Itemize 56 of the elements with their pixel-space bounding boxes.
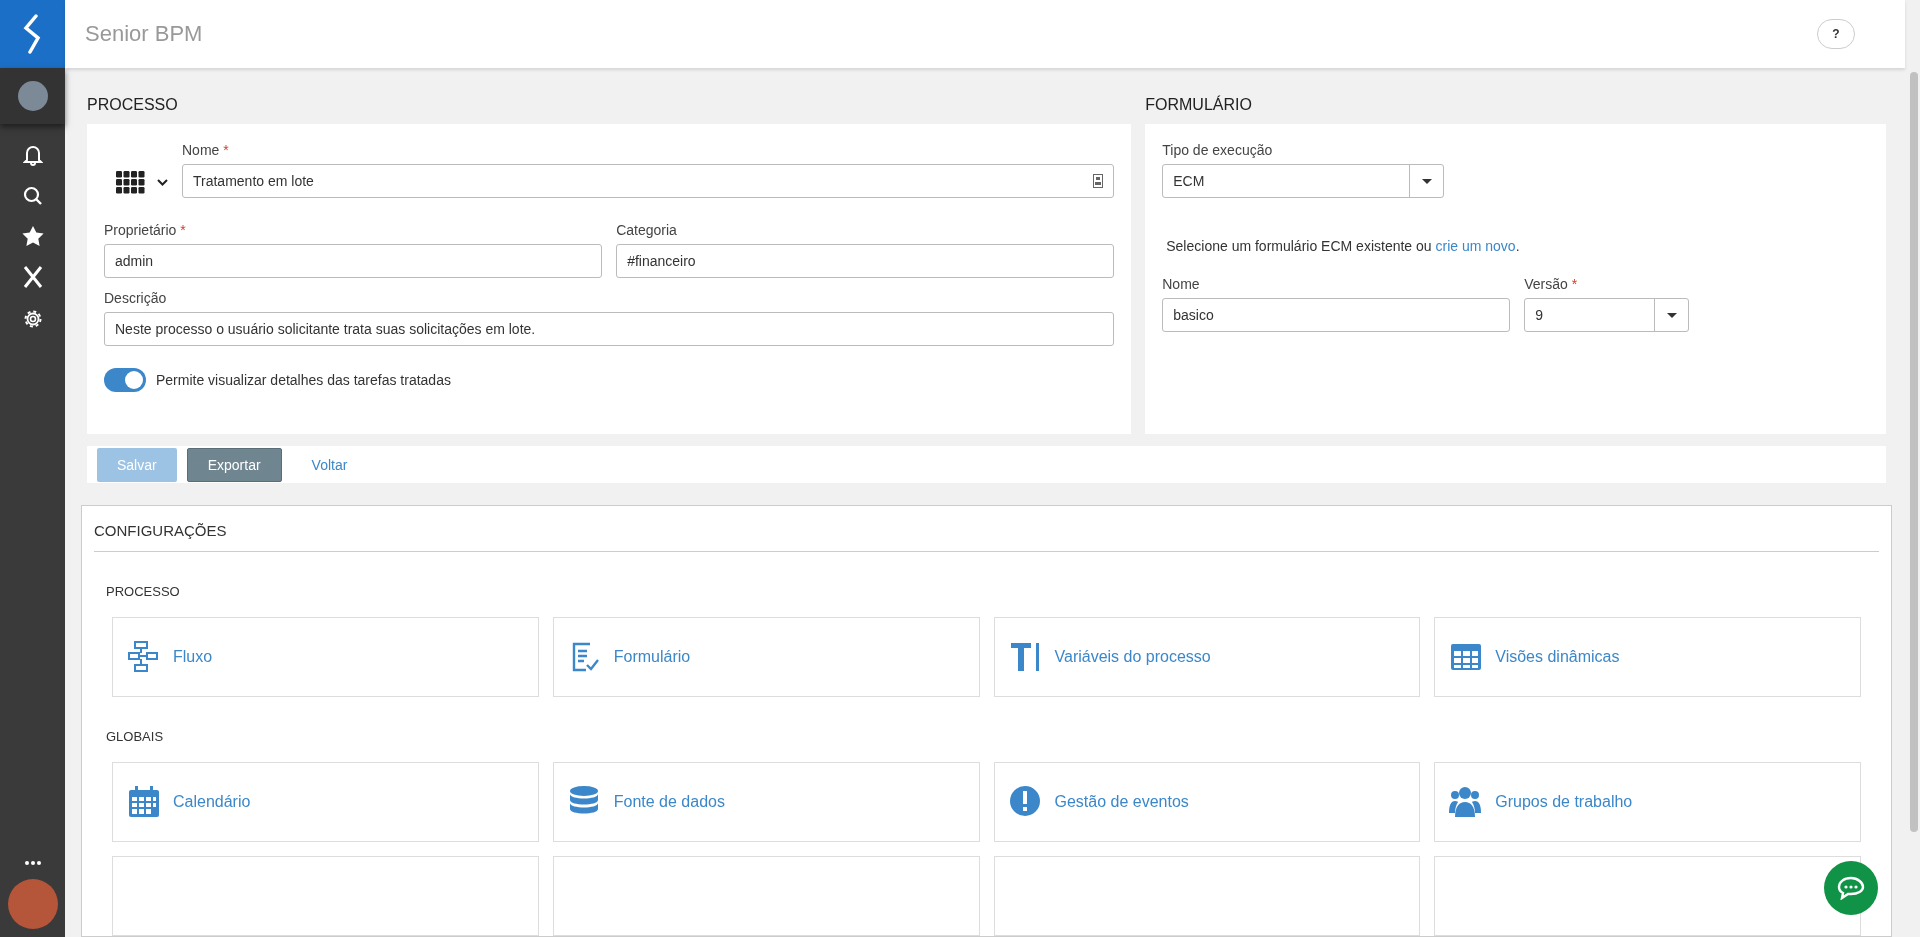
settings-tile[interactable]: Gestão de eventos	[993, 762, 1421, 842]
tile-icon	[1008, 785, 1043, 819]
toggle-switch[interactable]	[104, 368, 146, 392]
tile-icon	[1449, 785, 1484, 819]
settings-tile[interactable]	[993, 856, 1421, 936]
group-title: PROCESSO	[106, 584, 181, 599]
text-field[interactable]: admin	[104, 244, 603, 278]
settings-tile[interactable]	[112, 856, 539, 936]
hint-text: Selecione um formulário ECM existente ou crie um novo.	[1166, 238, 1521, 254]
settings-tile[interactable]: Visões dinâmicas	[1434, 617, 1861, 697]
settings-tile[interactable]	[552, 856, 980, 936]
field-label: Proprietário *	[104, 222, 187, 238]
tile-icon	[127, 640, 161, 674]
settings-tile[interactable]: Fonte de dados	[552, 762, 980, 842]
text-field[interactable]: basico	[1162, 298, 1511, 332]
caret-icon	[1666, 312, 1677, 318]
text-field[interactable]: Neste processo o usuário solicitante trata suas solicitações em lote.	[104, 312, 1115, 346]
panel-heading: CONFIGURAÇÕES	[94, 506, 1879, 552]
chevron-down-icon[interactable]	[157, 179, 168, 186]
text-field[interactable]: Tratamento em lote	[182, 164, 1115, 198]
settings-tile[interactable]: Variáveis do processo	[993, 617, 1421, 697]
toggle-label: Permite visualizar detalhes das tarefas tratadas	[156, 372, 451, 388]
field-label: Categoria	[616, 222, 678, 238]
create-link[interactable]: crie um novo	[1435, 238, 1516, 254]
chat-icon	[1837, 876, 1865, 900]
star-icon[interactable]	[21, 226, 44, 246]
grid-icon[interactable]	[116, 171, 145, 194]
back-link[interactable]: Voltar	[291, 447, 368, 482]
section-heading: PROCESSO	[87, 96, 179, 114]
avatar[interactable]	[17, 81, 48, 111]
settings-tile[interactable]: Fluxo	[112, 617, 539, 697]
x-icon[interactable]	[22, 266, 43, 288]
group-title: GLOBAIS	[106, 729, 165, 744]
tile-icon	[127, 785, 161, 819]
export-button[interactable]: Exportar	[186, 447, 282, 482]
help-button[interactable]: ?	[1817, 19, 1855, 49]
settings-tile[interactable]	[1434, 856, 1861, 936]
section-heading: FORMULÁRIO	[1145, 96, 1253, 114]
field-label: Tipo de execução	[1162, 142, 1274, 158]
settings-tile[interactable]: Grupos de trabalho	[1434, 762, 1861, 842]
scrollbar-thumb[interactable]	[1910, 72, 1918, 832]
select-field[interactable]: 9	[1524, 298, 1690, 332]
caret-icon	[1421, 178, 1432, 184]
settings-tile[interactable]: Calendário	[112, 762, 539, 842]
bell-icon[interactable]	[22, 144, 43, 166]
select-field[interactable]: ECM	[1162, 164, 1445, 198]
field-label: Descrição	[104, 290, 168, 306]
settings-tile[interactable]: Formulário	[552, 617, 980, 697]
search-icon[interactable]	[22, 186, 43, 206]
app-title: Senior BPM	[85, 21, 204, 47]
field-label: Nome	[1162, 276, 1201, 292]
field-label: Nome *	[182, 142, 230, 158]
field-label: Versão *	[1524, 276, 1579, 292]
more-icon[interactable]	[24, 861, 41, 865]
form-icon	[1093, 174, 1104, 188]
text-field[interactable]: #financeiro	[616, 244, 1115, 278]
